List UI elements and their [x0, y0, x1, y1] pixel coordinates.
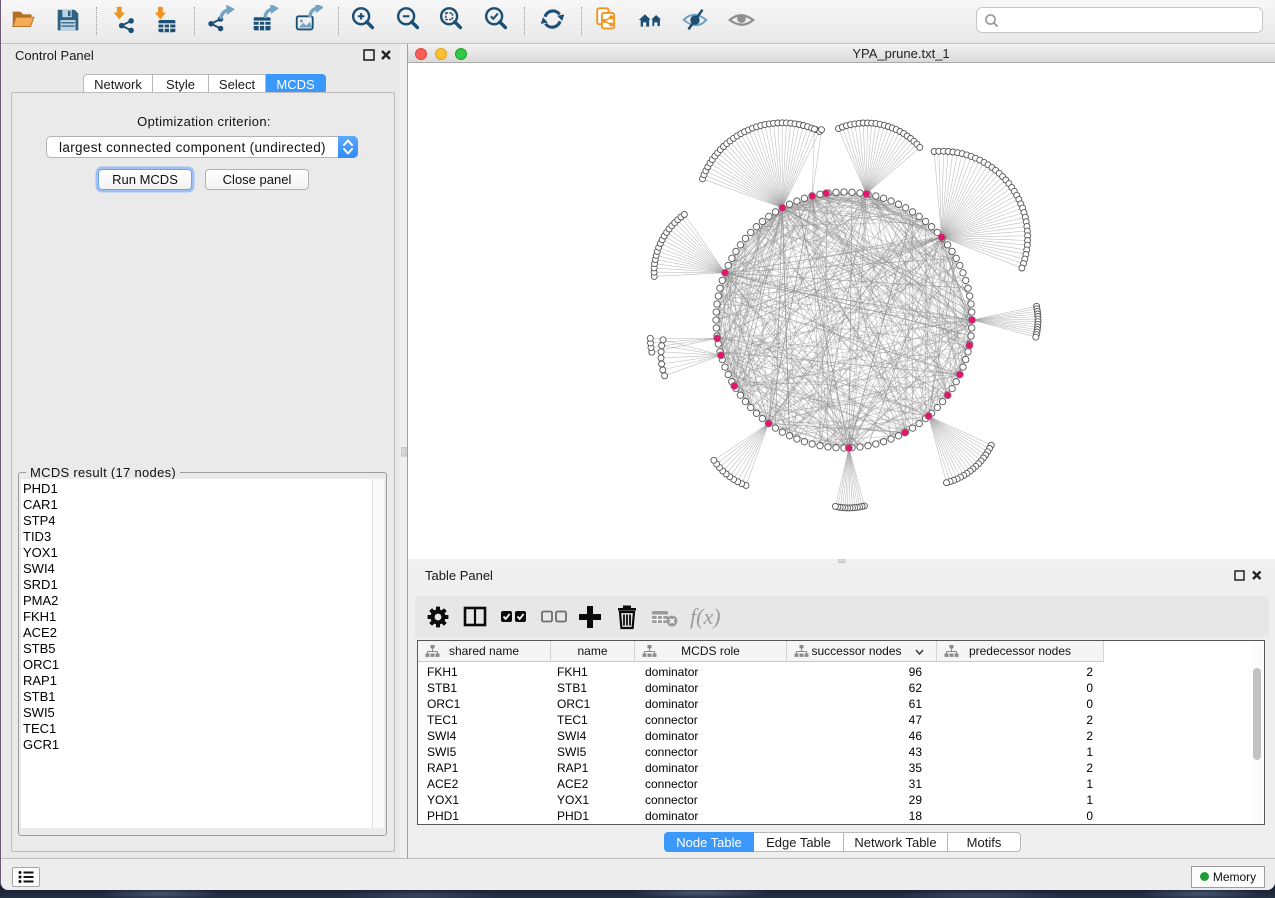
svg-text:f(x): f(x) [690, 604, 720, 629]
